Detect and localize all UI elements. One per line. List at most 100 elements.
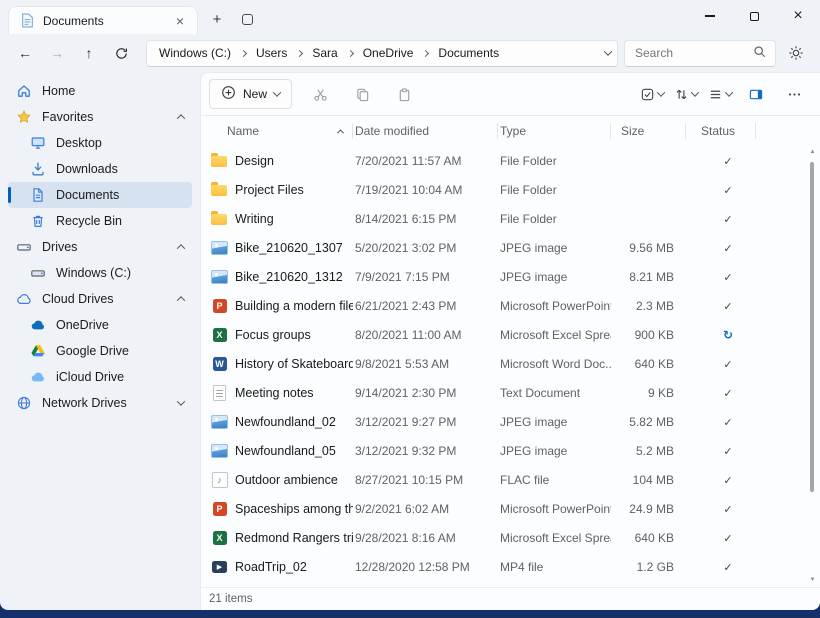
select-button[interactable] <box>640 87 664 102</box>
vertical-scrollbar[interactable] <box>806 146 819 586</box>
refresh-button[interactable] <box>108 40 134 66</box>
main-area: Home Favorites Desktop Downloads Documen… <box>0 72 820 610</box>
breadcrumb-item[interactable]: Documents <box>436 44 501 62</box>
sidebar-item-onedrive[interactable]: OneDrive <box>8 312 192 338</box>
column-header-size[interactable]: Size <box>611 116 686 146</box>
document-icon <box>19 13 35 29</box>
sidebar-item-downloads[interactable]: Downloads <box>8 156 192 182</box>
search-box[interactable] <box>624 40 776 67</box>
sort-button[interactable] <box>674 87 698 102</box>
scroll-down-icon[interactable] <box>810 574 816 586</box>
file-type: JPEG image <box>498 444 611 458</box>
minimize-button[interactable] <box>688 0 732 32</box>
column-header-status[interactable]: Status <box>686 116 756 146</box>
sidebar: Home Favorites Desktop Downloads Documen… <box>0 72 200 610</box>
file-row[interactable]: RoadTrip_02 12/28/2020 12:58 PM MP4 file… <box>201 552 820 581</box>
search-icon <box>753 45 767 62</box>
file-name: Design <box>235 154 274 168</box>
file-row[interactable]: Project Files 7/19/2021 10:04 AM File Fo… <box>201 175 820 204</box>
cut-button[interactable] <box>306 80 334 108</box>
breadcrumb-item[interactable]: OneDrive <box>361 44 416 62</box>
file-row[interactable]: Focus groups 8/20/2021 11:00 AM Microsof… <box>201 320 820 349</box>
scrollbar-thumb[interactable] <box>810 162 814 492</box>
more-button[interactable] <box>780 80 808 108</box>
file-row[interactable]: History of Skateboards 9/8/2021 5:53 AM … <box>201 349 820 378</box>
close-button[interactable] <box>776 0 820 32</box>
scrollbar-track[interactable] <box>806 158 819 574</box>
drive-icon <box>16 239 32 255</box>
file-name: Bike_210620_1307 <box>235 241 343 255</box>
file-size: 5.82 MB <box>611 415 686 429</box>
file-row[interactable]: Bike_210620_1312 7/9/2021 7:15 PM JPEG i… <box>201 262 820 291</box>
sidebar-item-documents[interactable]: Documents <box>8 182 192 208</box>
file-name: Meeting notes <box>235 386 314 400</box>
sidebar-item-recycle-bin[interactable]: Recycle Bin <box>8 208 192 234</box>
column-header-date-modified[interactable]: Date modified <box>353 116 498 146</box>
paste-button[interactable] <box>390 80 418 108</box>
chevron-up-icon <box>177 114 185 122</box>
sidebar-item-windows-c[interactable]: Windows (C:) <box>8 260 192 286</box>
sync-status-icon <box>720 241 736 255</box>
sync-status-icon <box>720 473 736 487</box>
file-date-modified: 7/20/2021 11:57 AM <box>353 154 498 168</box>
file-size: 1.2 GB <box>611 560 686 574</box>
sidebar-item-icloud-drive[interactable]: iCloud Drive <box>8 364 192 390</box>
recycle-bin-icon <box>30 213 46 229</box>
file-type-icon <box>211 355 228 372</box>
tab-title: Documents <box>43 14 163 28</box>
column-header-row: Name Date modified Type Size Status <box>201 116 820 146</box>
back-button[interactable] <box>12 40 38 66</box>
sync-status-icon <box>720 531 736 545</box>
column-header-name[interactable]: Name <box>211 116 353 146</box>
settings-button[interactable] <box>782 39 810 67</box>
file-row[interactable]: Design 7/20/2021 11:57 AM File Folder <box>201 146 820 175</box>
file-row[interactable]: Bike_210620_1307 5/20/2021 3:02 PM JPEG … <box>201 233 820 262</box>
new-button[interactable]: New <box>209 79 292 109</box>
sidebar-item-label: Desktop <box>56 136 102 150</box>
file-row[interactable]: Meeting notes 9/14/2021 2:30 PM Text Doc… <box>201 378 820 407</box>
file-row[interactable]: Building a modern file... 6/21/2021 2:43… <box>201 291 820 320</box>
address-bar[interactable]: Windows (C:) Users Sara OneDrive Documen… <box>146 40 618 67</box>
sidebar-item-google-drive[interactable]: Google Drive <box>8 338 192 364</box>
chevron-down-icon <box>177 397 185 405</box>
cut-icon <box>313 87 328 102</box>
sidebar-section-favorites[interactable]: Favorites <box>8 104 192 130</box>
details-pane-button[interactable] <box>742 80 770 108</box>
column-header-type[interactable]: Type <box>498 116 611 146</box>
tab-overview-icon[interactable] <box>234 6 260 32</box>
file-row[interactable]: Spaceships among the... 9/2/2021 6:02 AM… <box>201 494 820 523</box>
breadcrumb-item[interactable]: Users <box>254 44 289 62</box>
file-row[interactable]: Newfoundland_05 3/12/2021 9:32 PM JPEG i… <box>201 436 820 465</box>
file-row[interactable]: Writing 8/14/2021 6:15 PM File Folder <box>201 204 820 233</box>
maximize-button[interactable] <box>732 0 776 32</box>
file-type: Microsoft Excel Sprea... <box>498 531 611 545</box>
sidebar-section-cloud-drives[interactable]: Cloud Drives <box>8 286 192 312</box>
search-input[interactable] <box>635 46 753 60</box>
new-tab-button[interactable] <box>204 6 230 32</box>
sidebar-section-network-drives[interactable]: Network Drives <box>8 390 192 416</box>
view-button[interactable] <box>708 87 732 102</box>
scroll-up-icon[interactable] <box>810 146 816 158</box>
column-header-label: Date modified <box>355 124 429 138</box>
chevron-right-icon <box>296 49 303 56</box>
sidebar-item-home[interactable]: Home <box>8 78 192 104</box>
breadcrumb-item[interactable]: Sara <box>310 44 339 62</box>
sidebar-section-drives[interactable]: Drives <box>8 234 192 260</box>
sync-status-icon <box>720 415 736 429</box>
file-row[interactable]: Newfoundland_02 3/12/2021 9:27 PM JPEG i… <box>201 407 820 436</box>
sidebar-item-desktop[interactable]: Desktop <box>8 130 192 156</box>
file-row[interactable]: Outdoor ambience 8/27/2021 10:15 PM FLAC… <box>201 465 820 494</box>
forward-button[interactable] <box>44 40 70 66</box>
up-button[interactable] <box>76 40 102 66</box>
file-type: JPEG image <box>498 241 611 255</box>
tab-close-icon[interactable] <box>171 12 189 30</box>
copy-button[interactable] <box>348 80 376 108</box>
file-row[interactable]: Redmond Rangers triat... 9/28/2021 8:16 … <box>201 523 820 552</box>
tab-documents[interactable]: Documents <box>8 6 198 34</box>
settings-gear-icon <box>788 45 804 61</box>
sync-status-icon <box>720 270 736 284</box>
file-date-modified: 12/28/2020 12:58 PM <box>353 560 498 574</box>
breadcrumb-item[interactable]: Windows (C:) <box>157 44 233 62</box>
file-type: File Folder <box>498 212 611 226</box>
address-chevron-down-icon[interactable] <box>604 47 612 55</box>
